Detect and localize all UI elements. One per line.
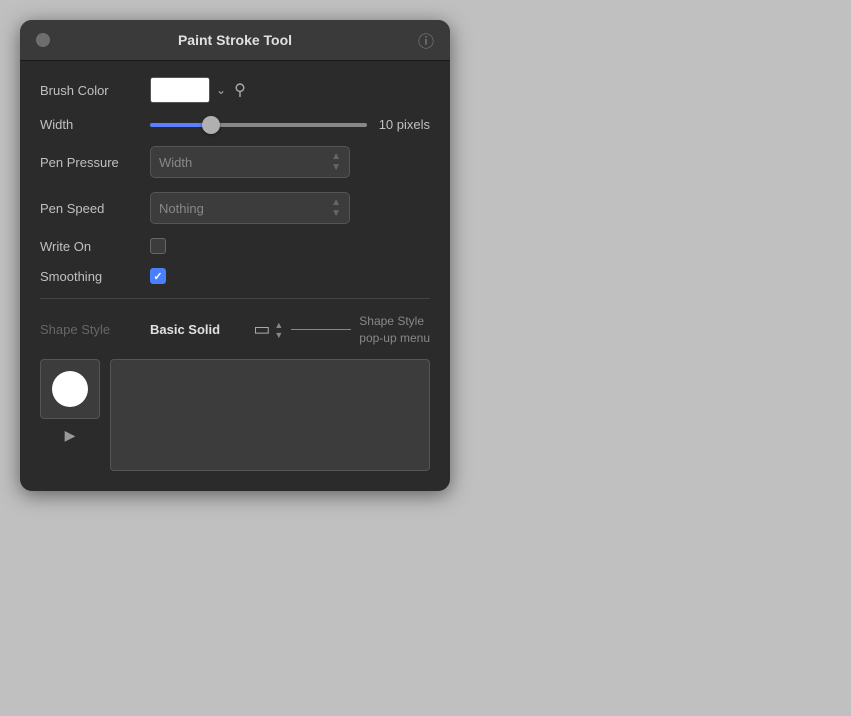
width-slider-container: 10 pixels [150, 117, 430, 132]
width-slider-value: 10 pixels [379, 117, 430, 132]
width-label: Width [40, 117, 150, 132]
width-slider-thumb[interactable] [202, 116, 220, 134]
annotation-line [291, 329, 351, 330]
play-button[interactable]: ▶ [65, 427, 76, 444]
pen-speed-select[interactable]: Nothing ▲ ▼ [150, 192, 350, 224]
pen-pressure-select[interactable]: Width ▲ ▼ [150, 146, 350, 178]
paint-stroke-tool-panel: Paint Stroke Tool ⓘ Brush Color ⌄ ⚲ Widt… [20, 20, 450, 491]
panel-content: Brush Color ⌄ ⚲ Width 10 pixels Pen Pres… [20, 61, 450, 491]
brush-color-row: Brush Color ⌄ ⚲ [40, 77, 430, 103]
pen-pressure-row: Pen Pressure Width ▲ ▼ [40, 146, 430, 178]
color-dropdown-arrow[interactable]: ⌄ [216, 83, 226, 97]
write-on-row: Write On [40, 238, 430, 254]
annotation-text: Shape Stylepop-up menu [359, 313, 430, 347]
pen-speed-label: Pen Speed [40, 201, 150, 216]
shape-style-arrows: ▲ ▼ [274, 320, 283, 340]
eyedropper-icon[interactable]: ⚲ [234, 80, 246, 100]
smoothing-label: Smoothing [40, 269, 150, 284]
pen-speed-value: Nothing [159, 201, 204, 216]
section-divider [40, 298, 430, 299]
stroke-preview-area [110, 359, 430, 471]
width-slider-track[interactable] [150, 123, 367, 127]
width-row: Width 10 pixels [40, 117, 430, 132]
pen-pressure-value: Width [159, 155, 192, 170]
window-title: Paint Stroke Tool [178, 32, 292, 48]
traffic-light-button[interactable] [36, 33, 50, 47]
smoothing-row: Smoothing [40, 268, 430, 284]
annotation-area: Shape Stylepop-up menu [291, 313, 430, 347]
brush-circle-preview [52, 371, 88, 407]
pen-speed-row: Pen Speed Nothing ▲ ▼ [40, 192, 430, 224]
brush-preview-col: ▶ [40, 359, 100, 444]
pen-pressure-label: Pen Pressure [40, 155, 150, 170]
title-bar: Paint Stroke Tool ⓘ [20, 20, 450, 61]
brush-color-label: Brush Color [40, 83, 150, 98]
brush-thumbnail[interactable] [40, 359, 100, 419]
preview-row: ▶ [40, 359, 430, 471]
shape-style-value: Basic Solid [150, 322, 253, 337]
write-on-checkbox[interactable] [150, 238, 166, 254]
shape-style-popup-button[interactable]: ▭ ▲ ▼ [253, 319, 283, 340]
smoothing-checkbox[interactable] [150, 268, 166, 284]
color-swatch[interactable] [150, 77, 210, 103]
shape-style-icon: ▭ [253, 319, 270, 340]
write-on-label: Write On [40, 239, 150, 254]
pen-speed-arrows: ▲ ▼ [331, 197, 341, 219]
shape-style-row: Shape Style Basic Solid ▭ ▲ ▼ [40, 319, 283, 340]
info-icon[interactable]: ⓘ [418, 28, 434, 52]
pen-pressure-arrows: ▲ ▼ [331, 151, 341, 173]
shape-style-label: Shape Style [40, 322, 150, 337]
